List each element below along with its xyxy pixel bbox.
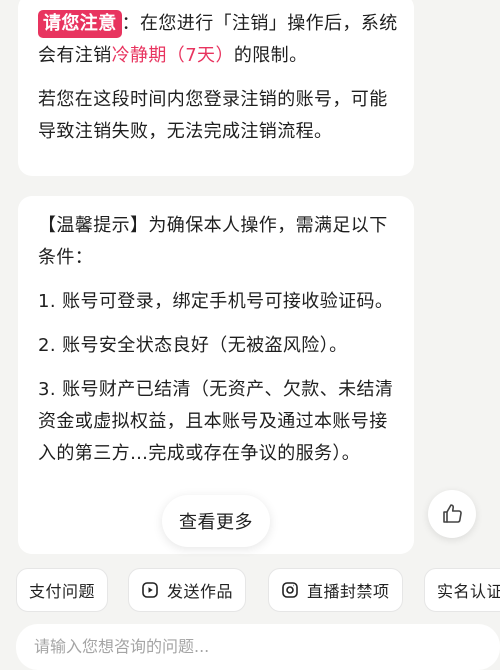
chip-real-name-label: 实名认证 xyxy=(437,582,500,601)
tip-item-1: 1. 账号可登录，绑定手机号可接收验证码。 xyxy=(38,291,394,312)
notice-text-3: 的限制。 xyxy=(233,45,308,66)
question-input-bar xyxy=(16,624,500,670)
chip-send-work-label: 发送作品 xyxy=(167,582,234,601)
video-send-icon xyxy=(142,582,158,598)
chip-live-ban-label: 直播封禁项 xyxy=(307,582,390,601)
chip-payment[interactable]: 支付问题 xyxy=(16,568,109,612)
chip-send-work[interactable]: 发送作品 xyxy=(128,568,247,612)
see-more-label: 查看更多 xyxy=(179,512,253,533)
like-button[interactable] xyxy=(428,490,476,538)
chip-payment-label: 支付问题 xyxy=(29,582,96,601)
tip-item-3: 3. 账号财产已结清（无资产、欠款、未结清资金或虚拟权益，且本账号及通过本账号接… xyxy=(38,379,394,464)
tip-item-2: 2. 账号安全状态良好（无被盗风险）。 xyxy=(38,335,348,356)
see-more-button[interactable]: 查看更多 xyxy=(162,495,270,547)
tips-intro: 【温馨提示】为确保本人操作，需满足以下条件： xyxy=(38,215,388,268)
attention-badge: 请您注意 xyxy=(38,10,122,38)
question-input[interactable] xyxy=(32,624,476,668)
notice-paragraph-1: 请您注意 ：在您进行「注销」操作后，系统会有注销冷静期（7天）的限制。 xyxy=(38,8,400,72)
quick-question-bar: 支付问题 发送作品 直播封禁项 实名认证 xyxy=(0,560,500,620)
chip-live-ban[interactable]: 直播封禁项 xyxy=(268,568,403,612)
live-ban-icon xyxy=(282,582,298,598)
notice-text-1: ：在您进行「注销」操作后， xyxy=(121,13,361,34)
thumbs-up-icon xyxy=(443,504,462,523)
cooling-period-highlight: 冷静期（7天） xyxy=(111,45,234,66)
chip-real-name[interactable]: 实名认证 xyxy=(424,568,500,612)
notice-paragraph-2: 若您在这段时间内您登录注销的账号，可能导致注销失败，无法完成注销流程。 xyxy=(38,89,388,142)
notice-card: 请您注意 ：在您进行「注销」操作后，系统会有注销冷静期（7天）的限制。 若您在这段… xyxy=(18,0,414,176)
